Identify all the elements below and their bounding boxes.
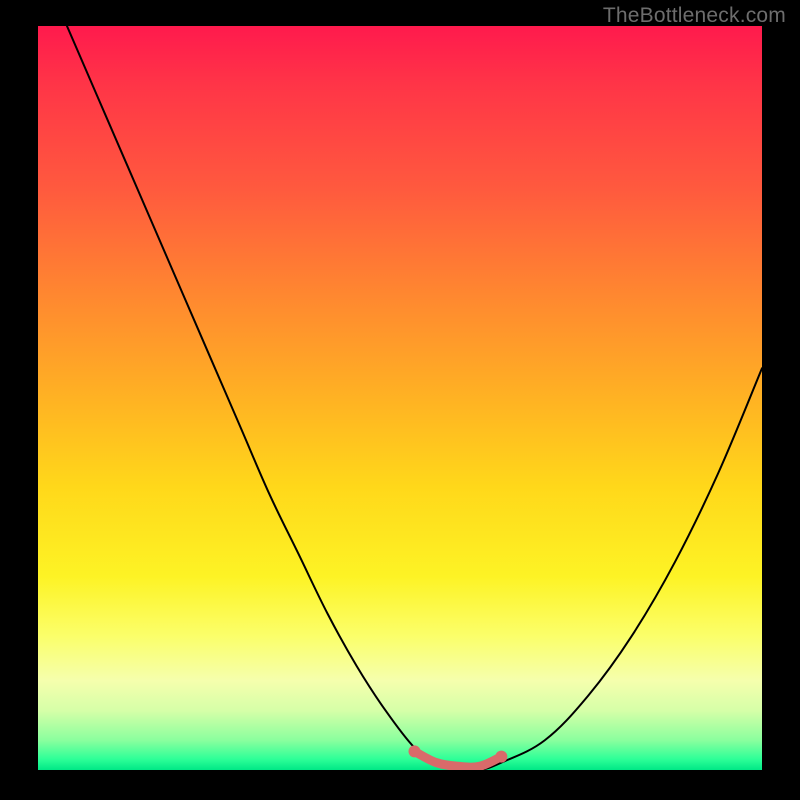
basin-endpoint-left (408, 745, 420, 757)
bottleneck-curve (67, 26, 762, 770)
plot-area (38, 26, 762, 770)
chart-frame: TheBottleneck.com (0, 0, 800, 800)
chart-svg (38, 26, 762, 770)
watermark-text: TheBottleneck.com (603, 4, 786, 28)
basin-endpoint-right (495, 751, 507, 763)
optimal-basin (414, 751, 501, 767)
